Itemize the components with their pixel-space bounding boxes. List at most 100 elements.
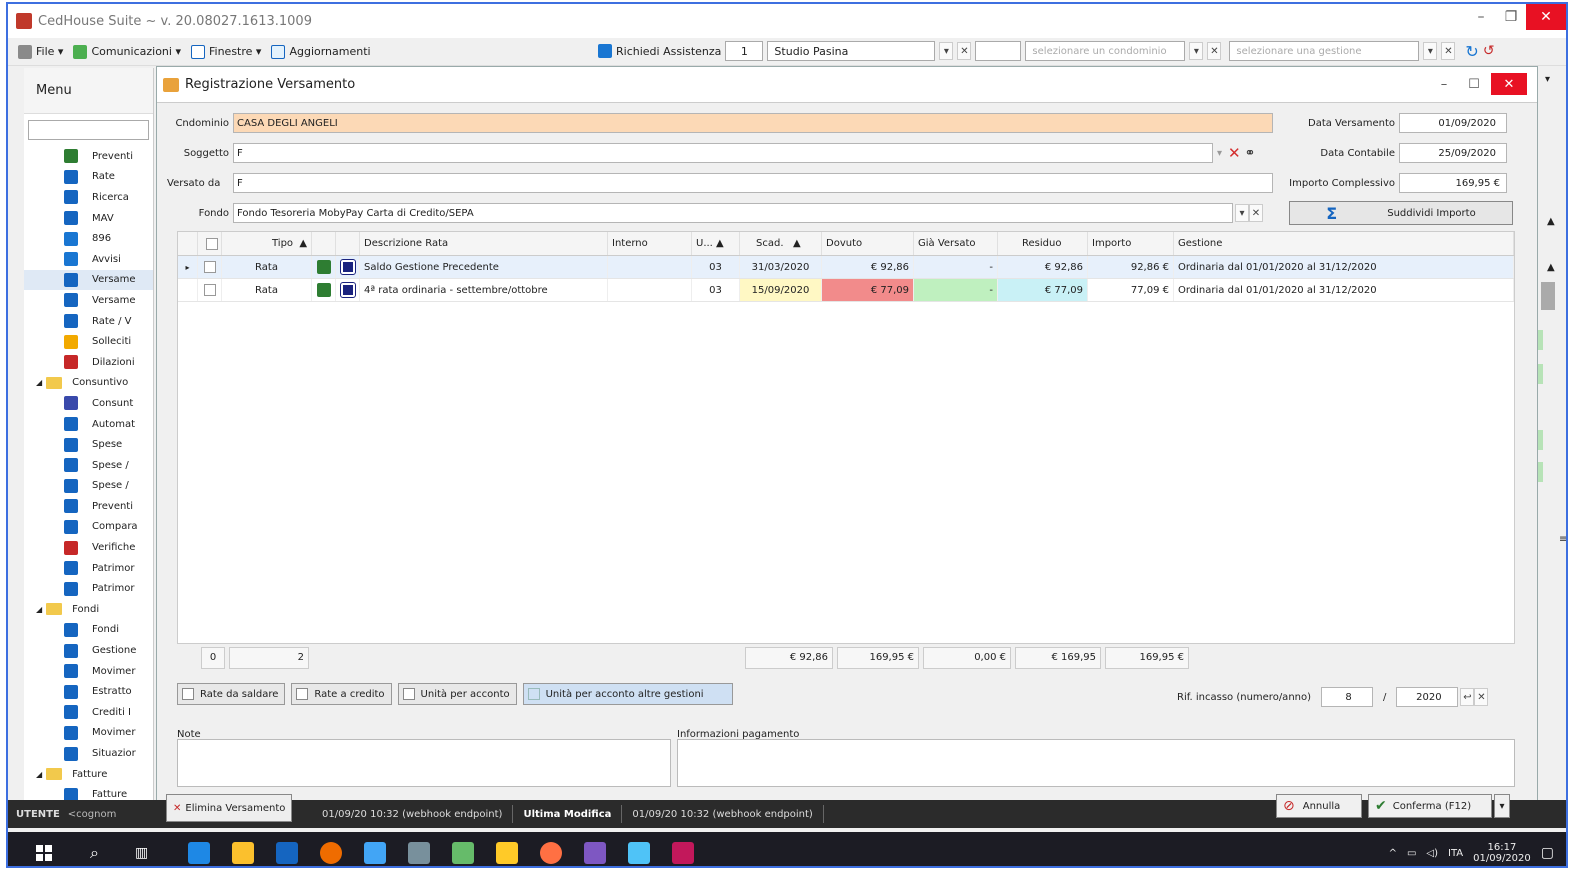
grid-header-descrizione[interactable]: Descrizione Rata <box>360 232 608 255</box>
windows-start-icon[interactable] <box>36 845 52 861</box>
menu-comunicazioni[interactable]: Comunicazioni ▾ <box>73 44 181 59</box>
chevron-down-icon[interactable]: ▾ <box>1545 74 1550 85</box>
grid-header-tipo[interactable]: Tipo ▲ <box>222 232 312 255</box>
assist-number-field[interactable]: 1 <box>725 41 764 61</box>
restore-button[interactable]: ❐ <box>1496 4 1526 30</box>
code-field[interactable] <box>975 41 1022 61</box>
suddividi-importo-button[interactable]: Σ Suddividi Importo <box>1289 201 1513 225</box>
app-icon-monitor[interactable] <box>628 842 651 864</box>
table-row[interactable]: Rata 4ª rata ordinaria - settembre/ottobr… <box>178 279 1514 302</box>
sidebar-item[interactable]: Versame <box>24 269 153 291</box>
note-textarea[interactable] <box>177 739 671 787</box>
sidebar-item[interactable]: Verifiche <box>24 537 153 558</box>
clock[interactable]: 16:17 01/09/2020 <box>1473 842 1531 864</box>
dialog-maximize-button[interactable]: ☐ <box>1461 73 1487 95</box>
sidebar-item[interactable]: Automat <box>24 414 153 435</box>
condominio-clear-button[interactable]: ✕ <box>1207 42 1222 60</box>
sidebar-item[interactable]: Ricerca <box>24 187 153 208</box>
sidebar-item[interactable]: ◢ Fatture <box>24 764 153 785</box>
rif-anno-field[interactable]: 2020 <box>1396 687 1459 707</box>
toggle-rate-da-saldare[interactable]: Rate da saldare <box>177 683 286 705</box>
rif-refresh-button[interactable]: ↩ <box>1460 688 1475 706</box>
notifications-icon[interactable]: ▢ <box>1541 845 1554 861</box>
elimina-versamento-button[interactable]: ✕ Elimina Versamento <box>166 794 293 822</box>
grid-header-u[interactable]: U... ▲ <box>692 232 740 255</box>
fondo-dropdown-button[interactable]: ▾ <box>1235 204 1249 222</box>
conferma-button[interactable]: ✔ Conferma (F12) <box>1368 794 1492 818</box>
soggetto-field[interactable]: F <box>233 143 1213 163</box>
file-explorer-icon[interactable] <box>232 842 255 864</box>
task-view-icon[interactable]: ▥ <box>135 845 148 861</box>
toggle-unita-per-acconto[interactable]: Unità per acconto <box>397 683 517 705</box>
grid-header-checkbox[interactable] <box>198 232 222 255</box>
toggle-unita-altre-gestioni[interactable]: Unità per acconto altre gestioni <box>522 683 733 705</box>
app-icon-chart[interactable] <box>452 842 475 864</box>
grid-header-gia-versato[interactable]: Già Versato <box>914 232 998 255</box>
sidebar-item[interactable]: MAV <box>24 208 153 229</box>
menu-finestre[interactable]: Finestre ▾ <box>191 44 261 59</box>
condominio-field[interactable]: CASA DEGLI ANGELI <box>233 113 1273 133</box>
sidebar-item[interactable]: ◢ Consuntivo <box>24 373 153 394</box>
network-icon[interactable]: ▭ <box>1407 848 1416 859</box>
firefox-icon[interactable] <box>320 842 343 864</box>
condominio-dropdown-button[interactable]: ▾ <box>1189 42 1204 60</box>
sidebar-item[interactable]: Gestione <box>24 640 153 661</box>
sidebar-item[interactable]: Fondi <box>24 620 153 641</box>
soggetto-clear-icon[interactable]: ✕ <box>1228 144 1241 162</box>
dialog-close-button[interactable]: ✕ <box>1491 73 1527 95</box>
cell-importo[interactable]: 77,09 € <box>1088 279 1174 301</box>
sidebar-item[interactable]: ◢ Fondi <box>24 599 153 620</box>
sidebar-item[interactable]: 896 <box>24 228 153 249</box>
gestione-dropdown-button[interactable]: ▾ <box>1423 42 1438 60</box>
studio-dropdown-button[interactable]: ▾ <box>939 42 954 60</box>
sidebar-item[interactable]: Versame <box>24 290 153 311</box>
grid-header-interno[interactable]: Interno <box>608 232 692 255</box>
splitter-dot[interactable]: ≡ <box>1559 534 1566 545</box>
info-pagamento-textarea[interactable] <box>677 739 1515 787</box>
dialog-minimize-button[interactable]: – <box>1431 73 1457 95</box>
grid-header-importo[interactable]: Importo <box>1088 232 1174 255</box>
grid-header-gestione[interactable]: Gestione <box>1174 232 1514 255</box>
condominio-select[interactable]: selezionare un condominio <box>1025 41 1186 61</box>
cedhouse-taskbar-icon[interactable] <box>672 842 695 864</box>
assistance-button[interactable]: Richiedi Assistenza <box>598 44 721 58</box>
tray-chevron-icon[interactable]: ^ <box>1389 848 1397 859</box>
sidebar-item[interactable]: Spese / <box>24 455 153 476</box>
volume-icon[interactable]: ◁) <box>1426 848 1438 859</box>
sidebar-item[interactable]: Rate <box>24 167 153 188</box>
studio-clear-button[interactable]: ✕ <box>957 42 972 60</box>
reset-icon[interactable]: ↺ <box>1483 43 1495 59</box>
edge-icon[interactable] <box>188 842 211 864</box>
sidebar-item[interactable]: Patrimor <box>24 558 153 579</box>
rif-numero-field[interactable]: 8 <box>1321 687 1374 707</box>
sidebar-item[interactable]: Spese / <box>24 476 153 497</box>
sidebar-item[interactable]: Solleciti <box>24 331 153 352</box>
scroll-thumb[interactable] <box>1541 282 1555 310</box>
gestione-select[interactable]: selezionare una gestione <box>1229 41 1420 61</box>
refresh-icon[interactable]: ↻ <box>1465 42 1478 61</box>
fondo-select[interactable]: Fondo Tesoreria MobyPay Carta di Credito… <box>233 203 1233 223</box>
sidebar-item[interactable]: Rate / V <box>24 311 153 332</box>
importo-field[interactable]: 169,95 € <box>1399 173 1507 193</box>
menu-file[interactable]: File ▾ <box>18 44 63 59</box>
app-icon-paint[interactable] <box>496 842 519 864</box>
sidebar-item[interactable]: Crediti I <box>24 702 153 723</box>
sidebar-item[interactable]: Dilazioni <box>24 352 153 373</box>
sidebar-item[interactable]: Patrimor <box>24 578 153 599</box>
sidebar-item[interactable]: Compara <box>24 517 153 538</box>
binoculars-icon[interactable]: ⚭ <box>1245 146 1256 161</box>
scroll-up-icon[interactable]: ▲ <box>1547 216 1555 227</box>
sidebar-item[interactable]: Preventi <box>24 146 153 167</box>
row-checkbox[interactable] <box>198 256 222 278</box>
app-icon-network[interactable] <box>364 842 387 864</box>
studio-select[interactable]: Studio Pasina <box>767 41 936 61</box>
soggetto-dropdown-icon[interactable]: ▾ <box>1217 148 1222 159</box>
sidebar-search-input[interactable] <box>28 120 149 140</box>
sidebar-item[interactable]: Avvisi <box>24 249 153 270</box>
app-icon-blue[interactable] <box>276 842 299 864</box>
data-versamento-field[interactable]: 01/09/2020 <box>1399 113 1507 133</box>
detail-icon[interactable] <box>336 256 360 278</box>
rif-clear-button[interactable]: ✕ <box>1474 688 1489 706</box>
annulla-button[interactable]: ⊘ Annulla <box>1276 794 1362 818</box>
app-icon-orange[interactable] <box>540 842 563 864</box>
